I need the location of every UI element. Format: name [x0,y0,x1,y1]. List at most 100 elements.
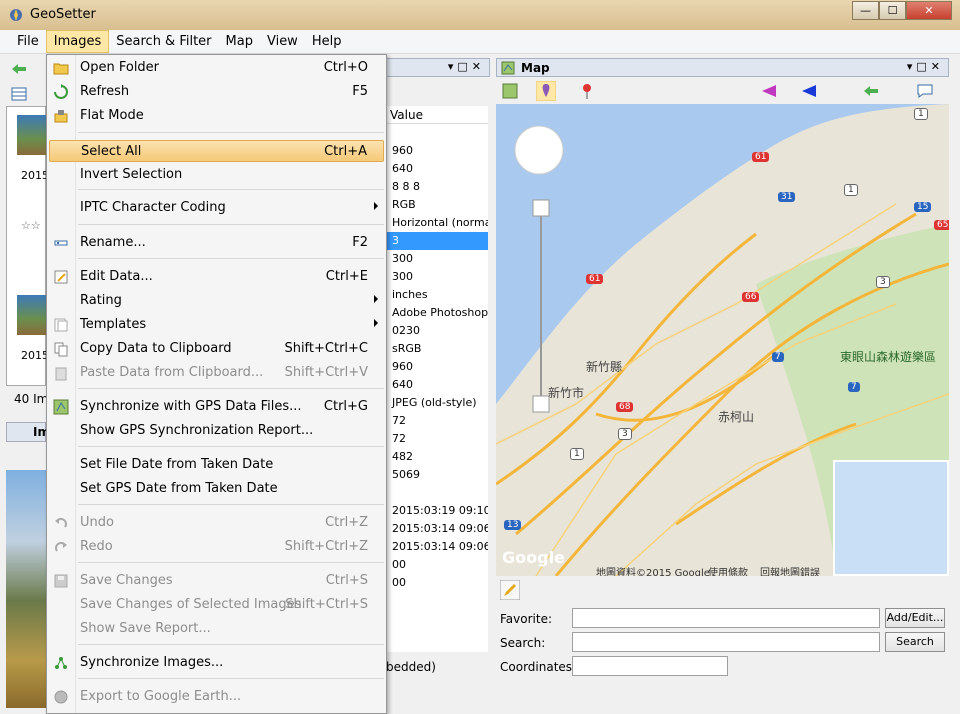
property-row[interactable]: 2015:03:19 09:10:5 [386,502,488,520]
value-column-header[interactable]: Value [386,106,488,124]
property-row[interactable]: RGB [386,196,488,214]
menu-item-synchronize-with-gps-data-files[interactable]: Synchronize with GPS Data Files... Ctrl+G [49,396,384,418]
property-row[interactable]: inches [386,286,488,304]
green-back-icon[interactable] [862,83,880,99]
image-thumbnail[interactable] [17,295,47,335]
menu-view[interactable]: View [260,31,305,52]
menu-item-save-changes[interactable]: Save Changes Ctrl+S [49,570,384,592]
pencil-icon[interactable] [500,580,520,600]
menu-separator [78,258,384,259]
menu-item-select-all[interactable]: Select All Ctrl+A [49,140,384,162]
menu-help[interactable]: Help [305,31,349,52]
property-row[interactable] [386,484,488,502]
menu-file[interactable]: File [10,31,46,52]
property-row[interactable]: 8 8 8 [386,178,488,196]
favorite-select[interactable] [572,608,880,628]
left-toolbar [0,55,46,108]
property-row[interactable]: Adobe Photoshop C [386,304,488,322]
property-row[interactable]: 00 [386,574,488,592]
menu-item-synchronize-images[interactable]: Synchronize Images... [49,652,384,674]
property-row[interactable]: 300 [386,268,488,286]
menu-bar: File Images Search & Filter Map View Hel… [0,30,960,54]
menu-item-label: Invert Selection [80,167,183,182]
magenta-arrow-icon[interactable] [760,83,780,99]
blue-arrow-icon[interactable] [800,83,820,99]
property-row[interactable]: 300 [386,250,488,268]
menu-item-export-to-google-earth[interactable]: Export to Google Earth... [49,686,384,708]
back-arrow-icon[interactable] [10,61,28,77]
menu-item-edit-data[interactable]: Edit Data... Ctrl+E [49,266,384,288]
map-report-link[interactable]: 回報地圖錯誤 [760,564,820,576]
search-input[interactable] [572,632,880,652]
map-label-forest-park: 東眼山森林遊樂區 [840,350,937,364]
maximize-button[interactable]: ☐ [879,1,906,20]
menu-search-filter[interactable]: Search & Filter [109,31,218,52]
templates-icon [54,318,68,332]
property-row[interactable]: Horizontal (normal) [386,214,488,232]
add-edit-button[interactable]: Add/Edit... [885,608,945,628]
menu-item-label: Templates [80,317,147,332]
property-row[interactable]: 00 [386,556,488,574]
property-row[interactable]: 960 [386,142,488,160]
menu-item-redo[interactable]: Redo Shift+Ctrl+Z [49,536,384,558]
menu-item-undo[interactable]: Undo Ctrl+Z [49,512,384,534]
menu-item-rating[interactable]: Rating [49,290,384,312]
property-row[interactable]: 72 [386,430,488,448]
menu-item-show-gps-synchronization-report[interactable]: Show GPS Synchronization Report... [49,420,384,442]
menu-item-label: Save Changes of Selected Images [80,597,302,612]
property-row[interactable]: 3 [386,232,488,250]
property-row[interactable]: 640 [386,376,488,394]
property-row[interactable]: sRGB [386,340,488,358]
red-pin-icon[interactable] [580,83,594,99]
property-row[interactable]: 0230 [386,322,488,340]
search-button[interactable]: Search [885,632,945,652]
menu-item-flat-mode[interactable]: Flat Mode [49,105,384,127]
property-row[interactable] [386,124,488,142]
menu-map[interactable]: Map [219,31,260,52]
map-overview[interactable] [833,460,949,576]
view-mode-icon[interactable] [10,86,28,102]
property-row[interactable]: 2015:03:14 09:06:5 [386,538,488,556]
coordinates-input[interactable] [572,656,728,676]
route-badge: 31 [778,192,796,202]
rating-stars[interactable]: ☆☆ [21,219,41,232]
menu-item-refresh[interactable]: Refresh F5 [49,81,384,103]
menu-item-set-gps-date-from-taken-date[interactable]: Set GPS Date from Taken Date [49,478,384,500]
menu-item-label: Show GPS Synchronization Report... [80,423,314,438]
menu-item-label: Show Save Report... [80,621,211,636]
menu-item-set-file-date-from-taken-date[interactable]: Set File Date from Taken Date [49,454,384,476]
minimize-button[interactable]: — [852,1,879,20]
menu-item-paste-data-from-clipboard[interactable]: Paste Data from Clipboard... Shift+Ctrl+V [49,362,384,384]
menu-item-shortcut: Ctrl+E [325,269,368,284]
image-list[interactable]: 2015 ☆☆ 2015 [6,106,49,386]
property-row[interactable]: 2015:03:14 09:06:5 [386,520,488,538]
menu-item-open-folder[interactable]: Open Folder Ctrl+O [49,57,384,79]
menu-images[interactable]: Images [45,30,110,53]
property-row[interactable]: JPEG (old-style) [386,394,488,412]
edit-data-icon [54,270,68,284]
panel-controls-icon[interactable]: ▾□✕ [907,60,944,73]
menu-item-rename[interactable]: Rename... F2 [49,232,384,254]
panel-controls-icon[interactable]: ▾□✕ [448,60,485,73]
image-thumbnail[interactable] [17,115,47,155]
coordinates-label: Coordinates: [500,660,577,674]
property-row[interactable]: 5069 [386,466,488,484]
close-button[interactable]: ✕ [906,1,952,20]
property-row[interactable]: 960 [386,358,488,376]
map-view[interactable]: 新竹縣 新竹市 赤柯山 東眼山森林遊樂區 Google 地圖資料©2015 Go… [496,104,949,576]
menu-item-invert-selection[interactable]: Invert Selection [49,164,384,186]
map-type-icon[interactable] [502,83,520,99]
comment-icon[interactable] [916,83,934,99]
property-row[interactable]: 640 [386,160,488,178]
image-preview [6,470,46,708]
menu-item-show-save-report[interactable]: Show Save Report... [49,618,384,640]
map-terms-link[interactable]: 使用條款 [708,564,748,576]
copy-icon [54,342,68,357]
marker-mode-icon[interactable] [536,81,556,101]
property-row[interactable]: 72 [386,412,488,430]
menu-item-templates[interactable]: Templates [49,314,384,336]
property-row[interactable]: 482 [386,448,488,466]
menu-item-save-changes-of-selected-images[interactable]: Save Changes of Selected Images Shift+Ctr… [49,594,384,616]
menu-item-iptc-character-coding[interactable]: IPTC Character Coding [49,197,384,219]
menu-item-copy-data-to-clipboard[interactable]: Copy Data to Clipboard Shift+Ctrl+C [49,338,384,360]
